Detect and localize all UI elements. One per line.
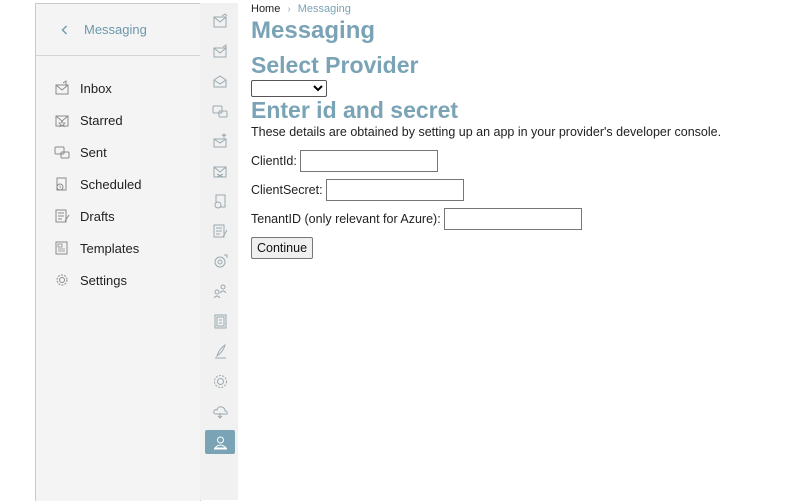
sidebar-title: Messaging bbox=[84, 22, 147, 37]
client-secret-input[interactable] bbox=[325, 179, 464, 201]
sidebar-item-label: Settings bbox=[80, 272, 127, 288]
starred-icon bbox=[54, 112, 70, 128]
document-edit-icon bbox=[213, 224, 227, 237]
icon-rail bbox=[200, 3, 238, 500]
sidebar-nav-list: Inbox Starred Sent Scheduled Drafts Temp… bbox=[36, 72, 200, 296]
rail-user-active[interactable] bbox=[205, 430, 235, 454]
target-refresh-icon bbox=[214, 254, 227, 267]
book-icon bbox=[214, 314, 226, 328]
sidebar-item-sent[interactable]: Sent bbox=[36, 136, 200, 168]
tenant-id-label: TenantID (only relevant for Azure): bbox=[251, 212, 441, 226]
user-icon bbox=[213, 436, 227, 449]
settings-icon bbox=[54, 272, 70, 288]
client-id-label: ClientId: bbox=[251, 154, 297, 168]
sidebar-item-settings[interactable]: Settings bbox=[36, 264, 200, 296]
tenant-id-row: TenantID (only relevant for Azure): bbox=[251, 208, 582, 230]
envelope-open-icon bbox=[213, 74, 226, 87]
sidebar-item-templates[interactable]: Templates bbox=[36, 232, 200, 264]
gear-icon bbox=[213, 374, 227, 388]
rail-envelope-x[interactable] bbox=[205, 159, 235, 183]
rail-envelope-chart[interactable] bbox=[205, 9, 235, 33]
rail-document-tag[interactable] bbox=[205, 189, 235, 213]
inbox-icon bbox=[54, 80, 70, 96]
sidebar-item-label: Starred bbox=[80, 112, 123, 128]
instructions-text: These details are obtained by setting up… bbox=[251, 125, 722, 139]
sidebar-item-scheduled[interactable]: Scheduled bbox=[36, 168, 200, 200]
client-id-row: ClientId: bbox=[251, 150, 438, 172]
sidebar-item-label: Scheduled bbox=[80, 176, 142, 192]
envelope-upload-icon bbox=[213, 132, 226, 147]
rail-gear[interactable] bbox=[205, 369, 235, 393]
envelope-chart-icon bbox=[213, 12, 227, 27]
chat-icon bbox=[212, 105, 227, 117]
envelope-send-icon bbox=[213, 43, 226, 57]
envelope-x-icon bbox=[213, 166, 226, 177]
tenant-id-input[interactable] bbox=[443, 208, 582, 230]
navigation-sidebar: Messaging Inbox Starred Sent Scheduled D… bbox=[35, 3, 201, 501]
continue-button[interactable]: Continue bbox=[251, 237, 314, 259]
rail-quill[interactable] bbox=[205, 339, 235, 363]
client-secret-label: ClientSecret: bbox=[251, 183, 323, 197]
rail-cloud[interactable] bbox=[205, 399, 235, 423]
sidebar-item-label: Drafts bbox=[80, 208, 115, 224]
rail-chat[interactable] bbox=[205, 99, 235, 123]
sidebar-item-label: Sent bbox=[80, 144, 107, 160]
quill-icon bbox=[214, 343, 226, 358]
drafts-icon bbox=[54, 208, 70, 224]
breadcrumb-home-link[interactable]: Home bbox=[251, 3, 280, 15]
users-icon bbox=[213, 284, 226, 298]
chevron-left-icon[interactable] bbox=[58, 23, 72, 37]
breadcrumb: Home › Messaging bbox=[251, 3, 351, 15]
cloud-icon bbox=[212, 405, 228, 419]
rail-envelope-open[interactable] bbox=[205, 69, 235, 93]
provider-select[interactable] bbox=[251, 80, 327, 97]
scheduled-icon bbox=[54, 176, 70, 192]
select-provider-heading: Select Provider bbox=[251, 52, 419, 78]
breadcrumb-current: Messaging bbox=[297, 3, 351, 15]
sidebar-header[interactable]: Messaging bbox=[36, 4, 200, 56]
breadcrumb-separator: › bbox=[287, 4, 291, 15]
rail-envelope-upload[interactable] bbox=[205, 129, 235, 153]
rail-document-edit[interactable] bbox=[205, 219, 235, 243]
rail-book[interactable] bbox=[205, 309, 235, 333]
sidebar-item-starred[interactable]: Starred bbox=[36, 104, 200, 136]
sent-icon bbox=[54, 144, 70, 160]
sidebar-item-inbox[interactable]: Inbox bbox=[36, 72, 200, 104]
rail-users[interactable] bbox=[205, 279, 235, 303]
sidebar-item-label: Templates bbox=[80, 240, 140, 256]
rail-target-refresh[interactable] bbox=[205, 249, 235, 273]
templates-icon bbox=[54, 240, 70, 256]
client-secret-row: ClientSecret: bbox=[251, 179, 464, 201]
rail-envelope-send[interactable] bbox=[205, 39, 235, 63]
page-title: Messaging bbox=[251, 17, 376, 44]
client-id-input[interactable] bbox=[299, 150, 438, 172]
sidebar-item-drafts[interactable]: Drafts bbox=[36, 200, 200, 232]
enter-id-secret-heading: Enter id and secret bbox=[251, 97, 459, 123]
sidebar-item-label: Inbox bbox=[80, 80, 112, 96]
document-tag-icon bbox=[214, 194, 225, 208]
